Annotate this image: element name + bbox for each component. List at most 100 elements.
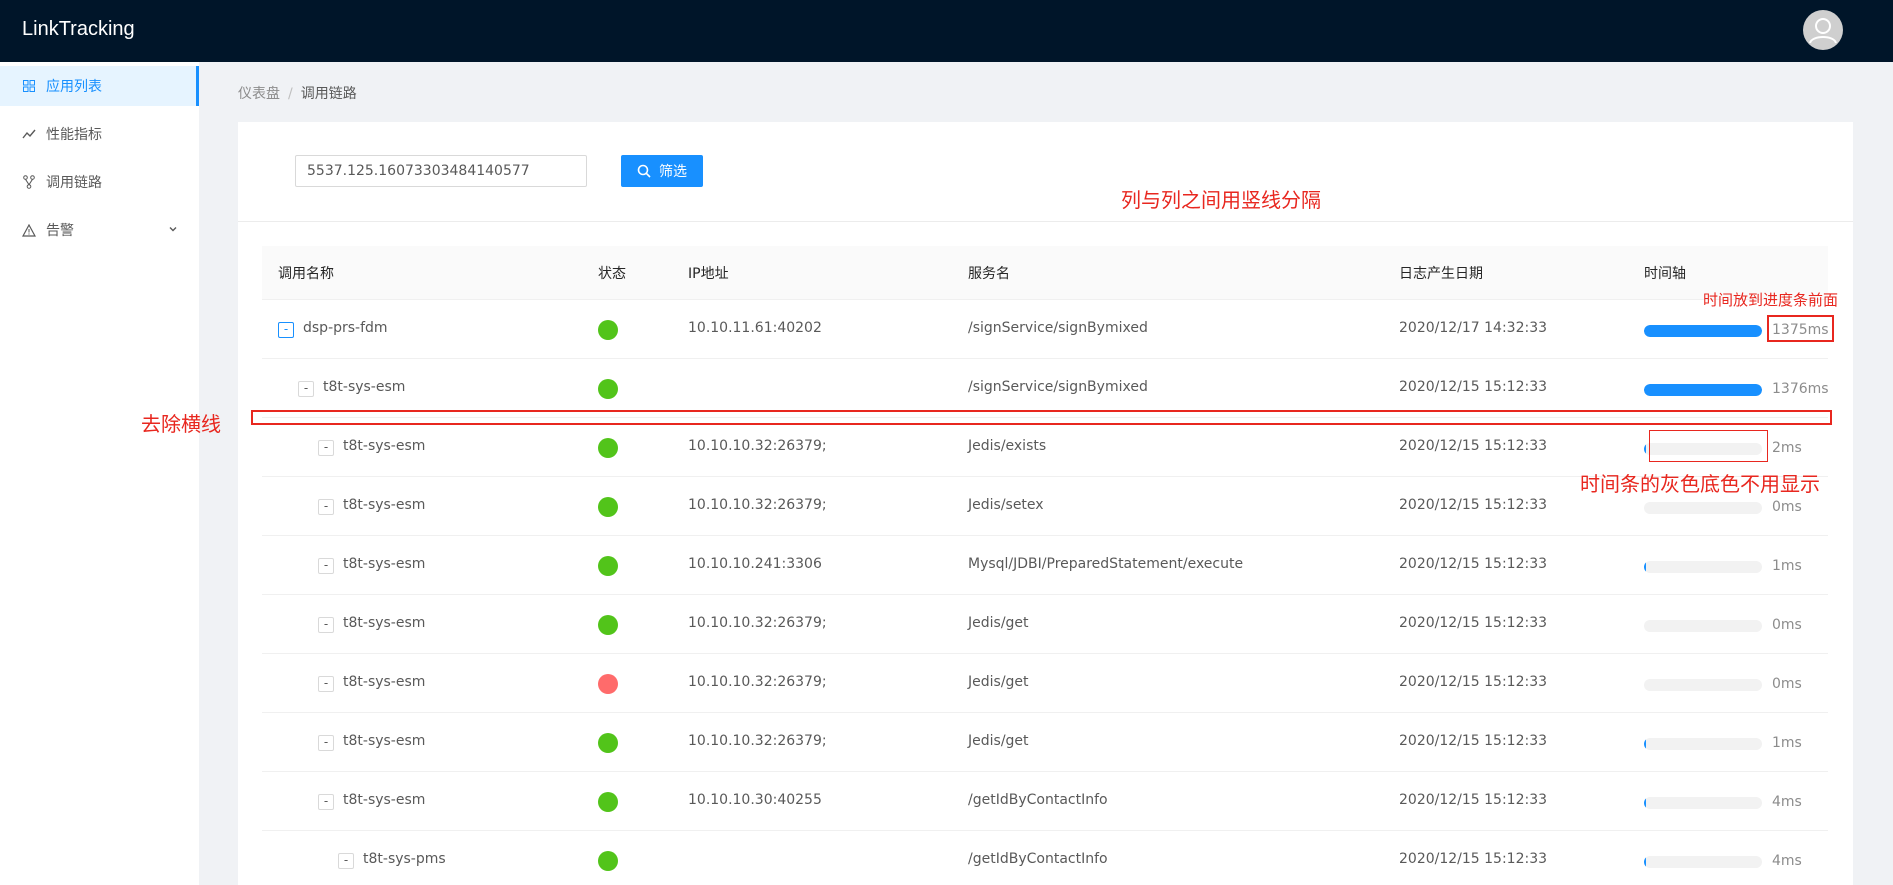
- breadcrumb-item-current: 调用链路: [300, 86, 357, 102]
- cell-service: /getIdByContactInfo: [968, 851, 1108, 867]
- breadcrumb-separator: /: [288, 86, 293, 102]
- search-icon: [637, 164, 651, 178]
- timeline-fill: [1644, 856, 1647, 868]
- cell-service: /signService/signBymixed: [968, 379, 1148, 395]
- annotation-no-gray-bg: 时间条的灰色底色不用显示: [1580, 472, 1820, 496]
- line-chart-icon: [22, 127, 36, 141]
- cell-ip: 10.10.11.61:40202: [688, 320, 822, 336]
- status-dot: [598, 438, 618, 458]
- col-header-ip: IP地址: [688, 266, 729, 282]
- cell-duration: 0ms: [1772, 676, 1802, 692]
- cell-duration: 1ms: [1772, 735, 1802, 751]
- filter-bar: 筛选: [238, 122, 1853, 222]
- collapse-toggle[interactable]: -: [278, 322, 294, 338]
- timeline-track: [1644, 561, 1762, 573]
- status-dot: [598, 615, 618, 635]
- cell-duration: 4ms: [1772, 794, 1802, 810]
- cell-call-name: t8t-sys-esm: [343, 615, 426, 631]
- cell-call-name: t8t-sys-esm: [343, 497, 426, 513]
- cell-date: 2020/12/15 15:12:33: [1399, 379, 1548, 395]
- sidebar-item-label: 应用列表: [46, 79, 102, 95]
- table-body: - dsp-prs-fdm 10.10.11.61:40202/signServic…: [262, 300, 1829, 885]
- timeline-track: [1644, 738, 1762, 750]
- filter-button-label: 筛选: [659, 164, 687, 180]
- timeline-track: [1644, 325, 1762, 337]
- status-dot: [598, 556, 618, 576]
- breadcrumb-item-dashboard[interactable]: 仪表盘: [238, 86, 280, 102]
- table-row: - t8t-sys-esm 10.10.10.32:26379; Jedis/get 2…: [262, 654, 1828, 713]
- warning-icon: [22, 223, 36, 237]
- col-header-date: 日志产生日期: [1399, 266, 1483, 282]
- trace-id-input[interactable]: [295, 155, 587, 187]
- cell-date: 2020/12/15 15:12:33: [1399, 851, 1548, 867]
- annotation-box-duration: [1767, 315, 1834, 342]
- cell-duration: 0ms: [1772, 499, 1802, 515]
- sidebar-item-performance[interactable]: 性能指标: [0, 114, 199, 154]
- timeline-fill: [1644, 561, 1647, 573]
- timeline-fill: [1644, 738, 1647, 750]
- col-header-timeline: 时间轴: [1644, 266, 1686, 282]
- cell-call-name: t8t-sys-esm: [343, 556, 426, 572]
- cell-call-name: t8t-sys-esm: [343, 674, 426, 690]
- cell-ip: 10.10.10.32:26379;: [688, 438, 827, 454]
- status-dot: [598, 733, 618, 753]
- cell-service: Jedis/get: [968, 733, 1029, 749]
- cell-service: Jedis/setex: [968, 497, 1044, 513]
- collapse-toggle[interactable]: -: [318, 440, 334, 456]
- chevron-down-icon: [167, 223, 179, 235]
- timeline-track: [1644, 679, 1762, 691]
- cell-ip: 10.10.10.30:40255: [688, 792, 822, 808]
- sidebar-item-alerts[interactable]: 告警: [0, 210, 199, 250]
- cell-service: Mysql/JDBI/PreparedStatement/execute: [968, 556, 1244, 572]
- collapse-toggle[interactable]: -: [318, 676, 334, 692]
- annotation-remove-line: 去除横线: [141, 412, 221, 436]
- cell-call-name: t8t-sys-pms: [363, 851, 446, 867]
- collapse-toggle[interactable]: -: [318, 617, 334, 633]
- trace-table: 调用名称 状态 IP地址 服务名 日志产生日期 时间轴 - dsp-prs-fdm…: [262, 246, 1829, 885]
- grid-icon: [22, 79, 36, 93]
- timeline-track: [1644, 856, 1762, 868]
- cell-call-name: t8t-sys-esm: [343, 438, 426, 454]
- cell-call-name: dsp-prs-fdm: [303, 320, 388, 336]
- cell-date: 2020/12/17 14:32:33: [1399, 320, 1548, 336]
- col-header-status: 状态: [598, 266, 626, 282]
- collapse-toggle[interactable]: -: [338, 853, 354, 869]
- sidebar-item-call-chain[interactable]: 调用链路: [0, 162, 199, 202]
- sidebar-item-label: 性能指标: [46, 127, 102, 143]
- cell-service: Jedis/get: [968, 674, 1029, 690]
- collapse-toggle[interactable]: -: [298, 381, 314, 397]
- cell-duration: 4ms: [1772, 853, 1802, 869]
- table-row: - dsp-prs-fdm 10.10.11.61:40202/signServic…: [262, 300, 1829, 359]
- timeline-track: [1644, 384, 1762, 396]
- status-dot: [598, 320, 618, 340]
- collapse-toggle[interactable]: -: [318, 558, 334, 574]
- cell-ip: 10.10.10.32:26379;: [688, 733, 827, 749]
- filter-button[interactable]: 筛选: [621, 155, 703, 187]
- cell-ip: 10.10.10.32:26379;: [688, 497, 827, 513]
- collapse-toggle[interactable]: -: [318, 735, 334, 751]
- cell-service: /signService/signBymixed: [968, 320, 1148, 336]
- collapse-toggle[interactable]: -: [318, 794, 334, 810]
- status-dot: [598, 497, 618, 517]
- cell-duration: 0ms: [1772, 617, 1802, 633]
- status-dot: [598, 379, 618, 399]
- timeline-fill: [1644, 443, 1647, 455]
- status-dot: [598, 792, 618, 812]
- branch-icon: [22, 175, 36, 189]
- table-row: - t8t-sys-esm 10.10.10.32:26379; Jedis/get 2…: [262, 713, 1828, 772]
- sidebar-item-app-list[interactable]: 应用列表: [0, 66, 199, 106]
- timeline-fill: [1644, 325, 1762, 337]
- timeline-track: [1644, 797, 1762, 809]
- user-avatar[interactable]: [1803, 10, 1843, 50]
- cell-call-name: t8t-sys-esm: [323, 379, 406, 395]
- user-icon: [1809, 18, 1837, 44]
- status-dot: [598, 674, 618, 694]
- top-header: LinkTracking: [0, 0, 1893, 62]
- annotation-column-separator: 列与列之间用竖线分隔: [1121, 188, 1321, 212]
- cell-duration: 2ms: [1772, 440, 1802, 456]
- cell-call-name: t8t-sys-esm: [343, 792, 426, 808]
- cell-duration: 1ms: [1772, 558, 1802, 574]
- collapse-toggle[interactable]: -: [318, 499, 334, 515]
- app-title: LinkTracking: [22, 18, 135, 40]
- cell-date: 2020/12/15 15:12:33: [1399, 556, 1548, 572]
